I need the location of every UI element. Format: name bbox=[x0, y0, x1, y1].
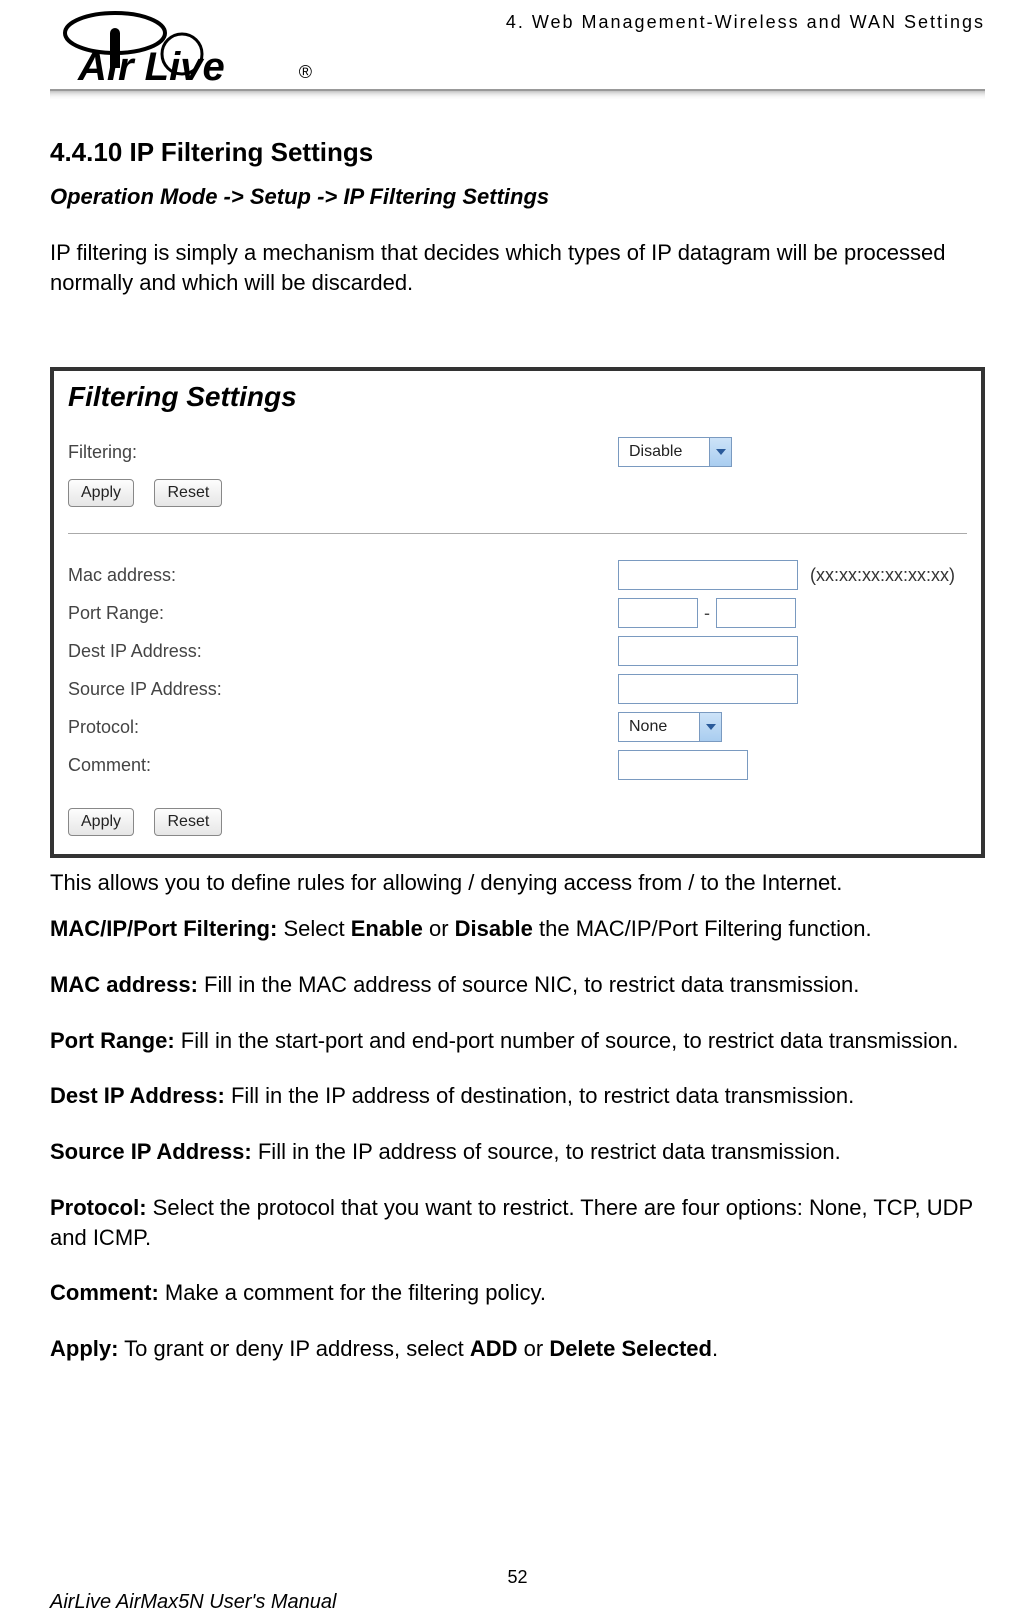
dest-ip-input[interactable] bbox=[618, 636, 798, 666]
def-port-range: Port Range: Fill in the start-port and e… bbox=[50, 1026, 985, 1056]
apply-button-1[interactable]: Apply bbox=[68, 479, 134, 507]
svg-text:®: ® bbox=[299, 62, 312, 82]
filtering-select[interactable]: Disable bbox=[618, 437, 732, 467]
settings-screenshot: Filtering Settings Filtering: Disable Ap… bbox=[50, 367, 985, 858]
port-end-input[interactable] bbox=[716, 598, 796, 628]
chevron-down-icon[interactable] bbox=[699, 713, 721, 741]
def-dest-ip: Dest IP Address: Fill in the IP address … bbox=[50, 1081, 985, 1111]
protocol-select-value: None bbox=[619, 718, 699, 736]
intro-paragraph: IP filtering is simply a mechanism that … bbox=[50, 238, 985, 297]
def-protocol: Protocol: Select the protocol that you w… bbox=[50, 1193, 985, 1252]
reset-button-1[interactable]: Reset bbox=[154, 479, 222, 507]
panel-divider bbox=[68, 533, 967, 534]
port-separator: - bbox=[704, 603, 710, 624]
breadcrumb: Operation Mode -> Setup -> IP Filtering … bbox=[50, 184, 985, 210]
comment-input[interactable] bbox=[618, 750, 748, 780]
page-number: 52 bbox=[0, 1567, 1035, 1588]
def-source-ip: Source IP Address: Fill in the IP addres… bbox=[50, 1137, 985, 1167]
panel-title: Filtering Settings bbox=[68, 381, 967, 413]
mac-address-label: Mac address: bbox=[68, 565, 618, 586]
dest-ip-label: Dest IP Address: bbox=[68, 641, 618, 662]
protocol-label: Protocol: bbox=[68, 717, 618, 738]
apply-button-2[interactable]: Apply bbox=[68, 808, 134, 836]
logo: Air Live ® bbox=[50, 8, 320, 93]
def-comment: Comment: Make a comment for the filterin… bbox=[50, 1278, 985, 1308]
after-screenshot-text: This allows you to define rules for allo… bbox=[50, 870, 985, 896]
source-ip-input[interactable] bbox=[618, 674, 798, 704]
filtering-label: Filtering: bbox=[68, 442, 618, 463]
comment-label: Comment: bbox=[68, 755, 618, 776]
def-mac: MAC address: Fill in the MAC address of … bbox=[50, 970, 985, 1000]
def-apply: Apply: To grant or deny IP address, sele… bbox=[50, 1334, 985, 1364]
def-filtering: MAC/IP/Port Filtering: Select Enable or … bbox=[50, 914, 985, 944]
chapter-title: 4. Web Management-Wireless and WAN Setti… bbox=[506, 8, 985, 33]
port-range-label: Port Range: bbox=[68, 603, 618, 624]
port-start-input[interactable] bbox=[618, 598, 698, 628]
filtering-select-value: Disable bbox=[619, 443, 709, 461]
section-heading: 4.4.10 IP Filtering Settings bbox=[50, 137, 985, 168]
mac-address-input[interactable] bbox=[618, 560, 798, 590]
mac-address-hint: (xx:xx:xx:xx:xx:xx) bbox=[810, 565, 955, 586]
protocol-select[interactable]: None bbox=[618, 712, 722, 742]
chevron-down-icon[interactable] bbox=[709, 438, 731, 466]
footer-text: AirLive AirMax5N User's Manual bbox=[50, 1591, 337, 1614]
reset-button-2[interactable]: Reset bbox=[154, 808, 222, 836]
source-ip-label: Source IP Address: bbox=[68, 679, 618, 700]
